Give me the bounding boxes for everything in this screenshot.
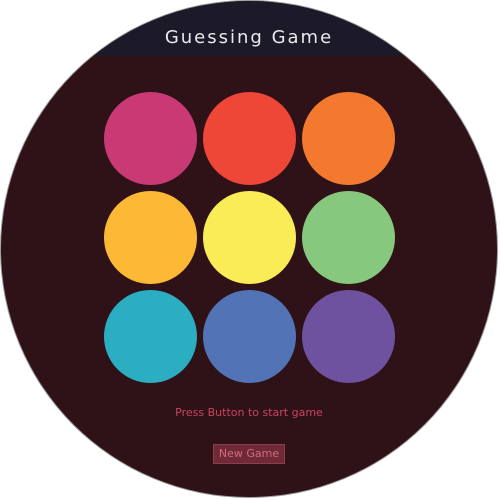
- color-circle-3[interactable]: [302, 92, 395, 185]
- color-circle-7[interactable]: [104, 290, 197, 383]
- color-circle-4[interactable]: [104, 191, 197, 284]
- color-circle-5[interactable]: [203, 191, 296, 284]
- new-game-button[interactable]: New Game: [213, 444, 285, 464]
- status-message: Press Button to start game: [175, 406, 323, 419]
- color-circle-9[interactable]: [302, 290, 395, 383]
- app-title: Guessing Game: [164, 27, 334, 48]
- color-circle-2[interactable]: [203, 92, 296, 185]
- color-circle-1[interactable]: [104, 92, 197, 185]
- color-circle-8[interactable]: [203, 290, 296, 383]
- watch-screen: Guessing Game Press Button to start game…: [1, 1, 497, 497]
- color-circle-6[interactable]: [302, 191, 395, 284]
